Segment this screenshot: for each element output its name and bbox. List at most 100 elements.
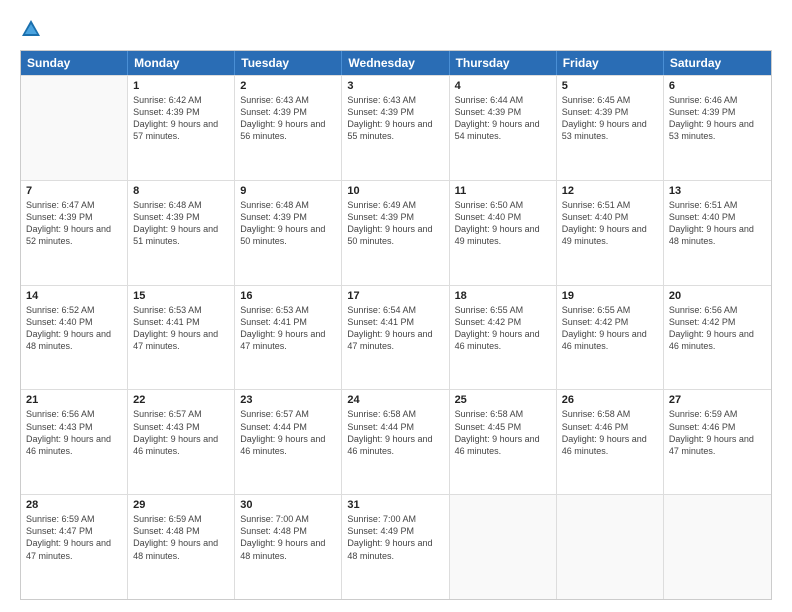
day-number: 22 xyxy=(133,394,229,406)
cell-info: Sunrise: 6:53 AMSunset: 4:41 PMDaylight:… xyxy=(133,304,229,353)
day-number: 30 xyxy=(240,499,336,511)
calendar-cell: 2Sunrise: 6:43 AMSunset: 4:39 PMDaylight… xyxy=(235,76,342,180)
cell-info: Sunrise: 6:43 AMSunset: 4:39 PMDaylight:… xyxy=(347,94,443,143)
day-number: 17 xyxy=(347,290,443,302)
calendar-header-cell: Sunday xyxy=(21,51,128,75)
day-number: 25 xyxy=(455,394,551,406)
logo xyxy=(20,18,44,40)
calendar-cell xyxy=(450,495,557,599)
cell-info: Sunrise: 6:50 AMSunset: 4:40 PMDaylight:… xyxy=(455,199,551,248)
calendar-cell: 20Sunrise: 6:56 AMSunset: 4:42 PMDayligh… xyxy=(664,286,771,390)
calendar-header-row: SundayMondayTuesdayWednesdayThursdayFrid… xyxy=(21,51,771,75)
day-number: 8 xyxy=(133,185,229,197)
cell-info: Sunrise: 6:59 AMSunset: 4:46 PMDaylight:… xyxy=(669,408,766,457)
cell-info: Sunrise: 6:51 AMSunset: 4:40 PMDaylight:… xyxy=(562,199,658,248)
calendar-cell: 12 Sunrise: 6:51 AMSunset: 4:40 PMDayligh… xyxy=(557,181,664,285)
calendar-header-cell: Friday xyxy=(557,51,664,75)
day-number: 20 xyxy=(669,290,766,302)
cell-info: Sunrise: 6:55 AMSunset: 4:42 PMDaylight:… xyxy=(455,304,551,353)
calendar-cell: 17 Sunrise: 6:54 AMSunset: 4:41 PMDayligh… xyxy=(342,286,449,390)
cell-info: Sunrise: 6:47 AMSunset: 4:39 PMDaylight:… xyxy=(26,199,122,248)
calendar-cell: 13 Sunrise: 6:51 AMSunset: 4:40 PMDayligh… xyxy=(664,181,771,285)
calendar-header-cell: Saturday xyxy=(664,51,771,75)
day-number: 14 xyxy=(26,290,122,302)
cell-info: Sunrise: 6:59 AMSunset: 4:47 PMDaylight:… xyxy=(26,513,122,562)
calendar-cell: 14Sunrise: 6:52 AMSunset: 4:40 PMDayligh… xyxy=(21,286,128,390)
calendar-header-cell: Tuesday xyxy=(235,51,342,75)
cell-info: Sunrise: 6:46 AMSunset: 4:39 PMDaylight:… xyxy=(669,94,766,143)
calendar-cell: 21 Sunrise: 6:56 AMSunset: 4:43 PMDayligh… xyxy=(21,390,128,494)
day-number: 15 xyxy=(133,290,229,302)
calendar-cell: 30 Sunrise: 7:00 AMSunset: 4:48 PMDayligh… xyxy=(235,495,342,599)
calendar-cell: 5 Sunrise: 6:45 AMSunset: 4:39 PMDaylight… xyxy=(557,76,664,180)
day-number: 23 xyxy=(240,394,336,406)
calendar-row: 21 Sunrise: 6:56 AMSunset: 4:43 PMDayligh… xyxy=(21,389,771,494)
calendar-cell: 15 Sunrise: 6:53 AMSunset: 4:41 PMDayligh… xyxy=(128,286,235,390)
cell-info: Sunrise: 6:48 AMSunset: 4:39 PMDaylight:… xyxy=(240,199,336,248)
cell-info: Sunrise: 6:55 AMSunset: 4:42 PMDaylight:… xyxy=(562,304,658,353)
day-number: 27 xyxy=(669,394,766,406)
cell-info: Sunrise: 7:00 AMSunset: 4:48 PMDaylight:… xyxy=(240,513,336,562)
calendar-cell: 4Sunrise: 6:44 AMSunset: 4:39 PMDaylight… xyxy=(450,76,557,180)
cell-info: Sunrise: 6:58 AMSunset: 4:45 PMDaylight:… xyxy=(455,408,551,457)
calendar-row: 1 Sunrise: 6:42 AMSunset: 4:39 PMDaylight… xyxy=(21,75,771,180)
day-number: 2 xyxy=(240,80,336,92)
day-number: 19 xyxy=(562,290,658,302)
cell-info: Sunrise: 6:49 AMSunset: 4:39 PMDaylight:… xyxy=(347,199,443,248)
calendar-cell: 3Sunrise: 6:43 AMSunset: 4:39 PMDaylight… xyxy=(342,76,449,180)
day-number: 9 xyxy=(240,185,336,197)
cell-info: Sunrise: 6:51 AMSunset: 4:40 PMDaylight:… xyxy=(669,199,766,248)
calendar-cell: 23 Sunrise: 6:57 AMSunset: 4:44 PMDayligh… xyxy=(235,390,342,494)
calendar-header-cell: Thursday xyxy=(450,51,557,75)
calendar-cell: 26 Sunrise: 6:58 AMSunset: 4:46 PMDayligh… xyxy=(557,390,664,494)
calendar-cell: 25 Sunrise: 6:58 AMSunset: 4:45 PMDayligh… xyxy=(450,390,557,494)
cell-info: Sunrise: 7:00 AMSunset: 4:49 PMDaylight:… xyxy=(347,513,443,562)
cell-info: Sunrise: 6:54 AMSunset: 4:41 PMDaylight:… xyxy=(347,304,443,353)
calendar-cell: 24 Sunrise: 6:58 AMSunset: 4:44 PMDayligh… xyxy=(342,390,449,494)
calendar-row: 28 Sunrise: 6:59 AMSunset: 4:47 PMDayligh… xyxy=(21,494,771,599)
day-number: 5 xyxy=(562,80,658,92)
day-number: 31 xyxy=(347,499,443,511)
cell-info: Sunrise: 6:57 AMSunset: 4:44 PMDaylight:… xyxy=(240,408,336,457)
day-number: 24 xyxy=(347,394,443,406)
calendar-cell: 19 Sunrise: 6:55 AMSunset: 4:42 PMDayligh… xyxy=(557,286,664,390)
day-number: 1 xyxy=(133,80,229,92)
calendar-cell: 27 Sunrise: 6:59 AMSunset: 4:46 PMDayligh… xyxy=(664,390,771,494)
cell-info: Sunrise: 6:58 AMSunset: 4:46 PMDaylight:… xyxy=(562,408,658,457)
calendar-cell: 10 Sunrise: 6:49 AMSunset: 4:39 PMDayligh… xyxy=(342,181,449,285)
calendar-cell: 9 Sunrise: 6:48 AMSunset: 4:39 PMDaylight… xyxy=(235,181,342,285)
day-number: 6 xyxy=(669,80,766,92)
calendar-header-cell: Monday xyxy=(128,51,235,75)
calendar-body: 1 Sunrise: 6:42 AMSunset: 4:39 PMDaylight… xyxy=(21,75,771,599)
calendar-cell xyxy=(664,495,771,599)
day-number: 4 xyxy=(455,80,551,92)
cell-info: Sunrise: 6:45 AMSunset: 4:39 PMDaylight:… xyxy=(562,94,658,143)
cell-info: Sunrise: 6:57 AMSunset: 4:43 PMDaylight:… xyxy=(133,408,229,457)
calendar-cell: 18Sunrise: 6:55 AMSunset: 4:42 PMDayligh… xyxy=(450,286,557,390)
day-number: 16 xyxy=(240,290,336,302)
calendar-cell: 28 Sunrise: 6:59 AMSunset: 4:47 PMDayligh… xyxy=(21,495,128,599)
cell-info: Sunrise: 6:56 AMSunset: 4:43 PMDaylight:… xyxy=(26,408,122,457)
calendar-cell: 1 Sunrise: 6:42 AMSunset: 4:39 PMDaylight… xyxy=(128,76,235,180)
cell-info: Sunrise: 6:48 AMSunset: 4:39 PMDaylight:… xyxy=(133,199,229,248)
calendar-cell: 16Sunrise: 6:53 AMSunset: 4:41 PMDayligh… xyxy=(235,286,342,390)
calendar-header-cell: Wednesday xyxy=(342,51,449,75)
day-number: 12 xyxy=(562,185,658,197)
calendar-cell: 6 Sunrise: 6:46 AMSunset: 4:39 PMDaylight… xyxy=(664,76,771,180)
day-number: 7 xyxy=(26,185,122,197)
cell-info: Sunrise: 6:59 AMSunset: 4:48 PMDaylight:… xyxy=(133,513,229,562)
logo-icon xyxy=(20,18,42,40)
day-number: 13 xyxy=(669,185,766,197)
day-number: 26 xyxy=(562,394,658,406)
calendar-cell xyxy=(557,495,664,599)
cell-info: Sunrise: 6:42 AMSunset: 4:39 PMDaylight:… xyxy=(133,94,229,143)
calendar-cell xyxy=(21,76,128,180)
calendar-cell: 31 Sunrise: 7:00 AMSunset: 4:49 PMDayligh… xyxy=(342,495,449,599)
day-number: 10 xyxy=(347,185,443,197)
day-number: 28 xyxy=(26,499,122,511)
day-number: 29 xyxy=(133,499,229,511)
calendar-cell: 11Sunrise: 6:50 AMSunset: 4:40 PMDayligh… xyxy=(450,181,557,285)
day-number: 21 xyxy=(26,394,122,406)
cell-info: Sunrise: 6:58 AMSunset: 4:44 PMDaylight:… xyxy=(347,408,443,457)
calendar-cell: 22 Sunrise: 6:57 AMSunset: 4:43 PMDayligh… xyxy=(128,390,235,494)
